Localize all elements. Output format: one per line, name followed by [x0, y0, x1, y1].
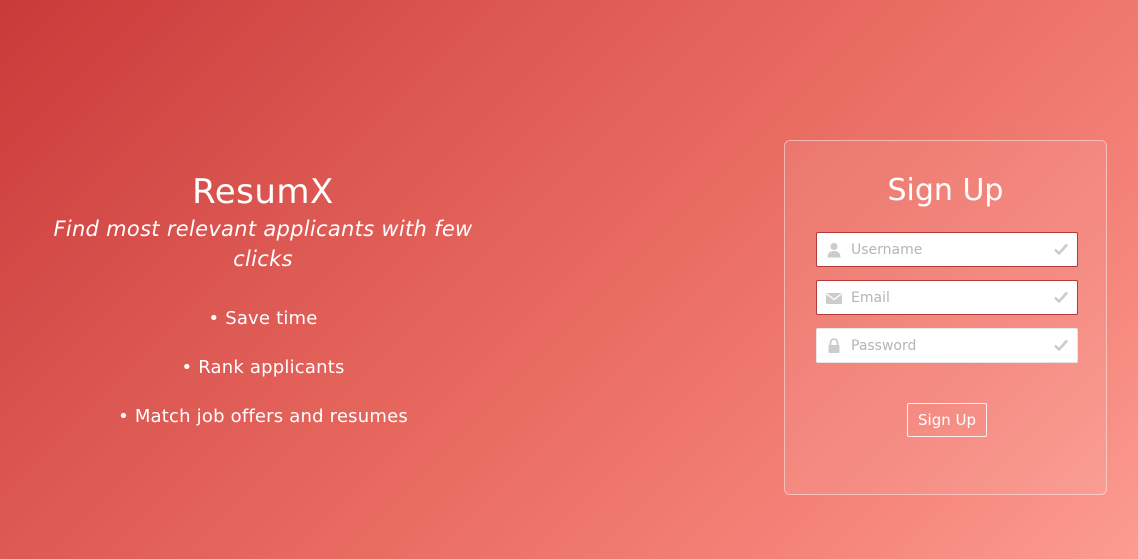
envelope-icon: [826, 293, 842, 304]
lock-icon: [828, 338, 840, 353]
password-input[interactable]: [851, 329, 1047, 362]
email-input[interactable]: [851, 281, 1047, 314]
feature-item: Save time: [30, 294, 496, 343]
feature-item: Match job offers and resumes: [30, 392, 496, 441]
app-title: ResumX: [192, 172, 334, 212]
feature-item: Rank applicants: [30, 343, 496, 392]
username-input[interactable]: [851, 233, 1047, 266]
signup-title: Sign Up: [887, 173, 1004, 208]
feature-list: Save time Rank applicants Match job offe…: [30, 294, 496, 441]
email-field[interactable]: [816, 280, 1078, 315]
check-icon: [1054, 243, 1068, 255]
app-tagline: Find most relevant applicants with few c…: [53, 217, 473, 271]
check-icon: [1054, 291, 1068, 303]
signup-panel: Sign Up Sign Up: [784, 140, 1107, 495]
check-icon: [1054, 339, 1068, 351]
hero-section: ResumX Find most relevant applicants wit…: [30, 170, 496, 441]
username-field[interactable]: [816, 232, 1078, 267]
password-field[interactable]: [816, 328, 1078, 363]
signup-button[interactable]: Sign Up: [907, 403, 987, 437]
user-icon: [827, 242, 841, 258]
